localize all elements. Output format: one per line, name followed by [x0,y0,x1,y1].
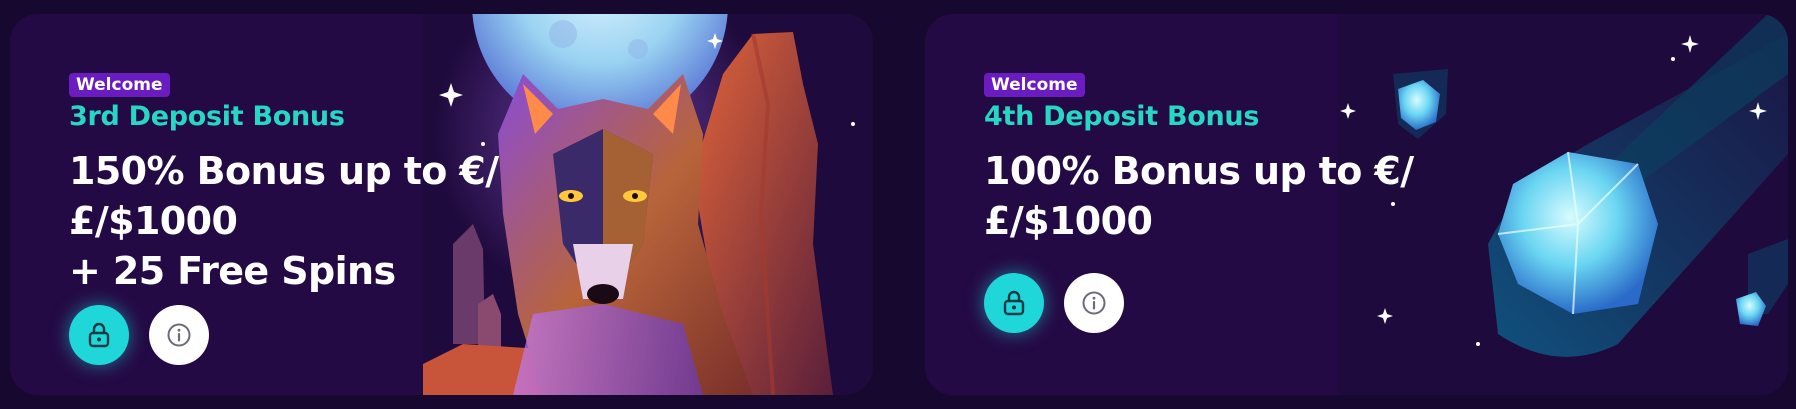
headline-line: 150% Bonus up to €/ [69,149,499,193]
lock-button[interactable] [984,273,1044,333]
headline-line: 100% Bonus up to €/ [984,149,1414,193]
bonus-card-4th-deposit[interactable]: Welcome 4th Deposit Bonus 100% Bonus up … [925,14,1788,395]
bonus-card-text: Welcome 3rd Deposit Bonus 150% Bonus up … [69,73,499,296]
welcome-badge: Welcome [69,73,170,97]
lock-icon [1003,290,1025,316]
lock-button[interactable] [69,305,129,365]
bonus-card-3rd-deposit[interactable]: Welcome 3rd Deposit Bonus 150% Bonus up … [10,14,873,395]
info-icon [167,323,191,347]
bonus-card-text: Welcome 4th Deposit Bonus 100% Bonus up … [984,73,1414,246]
headline-line: £/$1000 [984,199,1153,243]
promotions-row: Welcome 3rd Deposit Bonus 150% Bonus up … [0,0,1796,409]
info-button[interactable] [149,305,209,365]
bonus-title: 3rd Deposit Bonus [69,101,345,132]
bonus-headline: 100% Bonus up to €/ £/$1000 [984,146,1414,246]
welcome-badge: Welcome [984,73,1085,97]
headline-line: + 25 Free Spins [69,249,396,293]
lock-icon [88,322,110,348]
bonus-title: 4th Deposit Bonus [984,101,1260,132]
headline-line: £/$1000 [69,199,238,243]
info-icon [1082,291,1106,315]
bonus-headline: 150% Bonus up to €/ £/$1000 + 25 Free Sp… [69,146,499,296]
info-button[interactable] [1064,273,1124,333]
